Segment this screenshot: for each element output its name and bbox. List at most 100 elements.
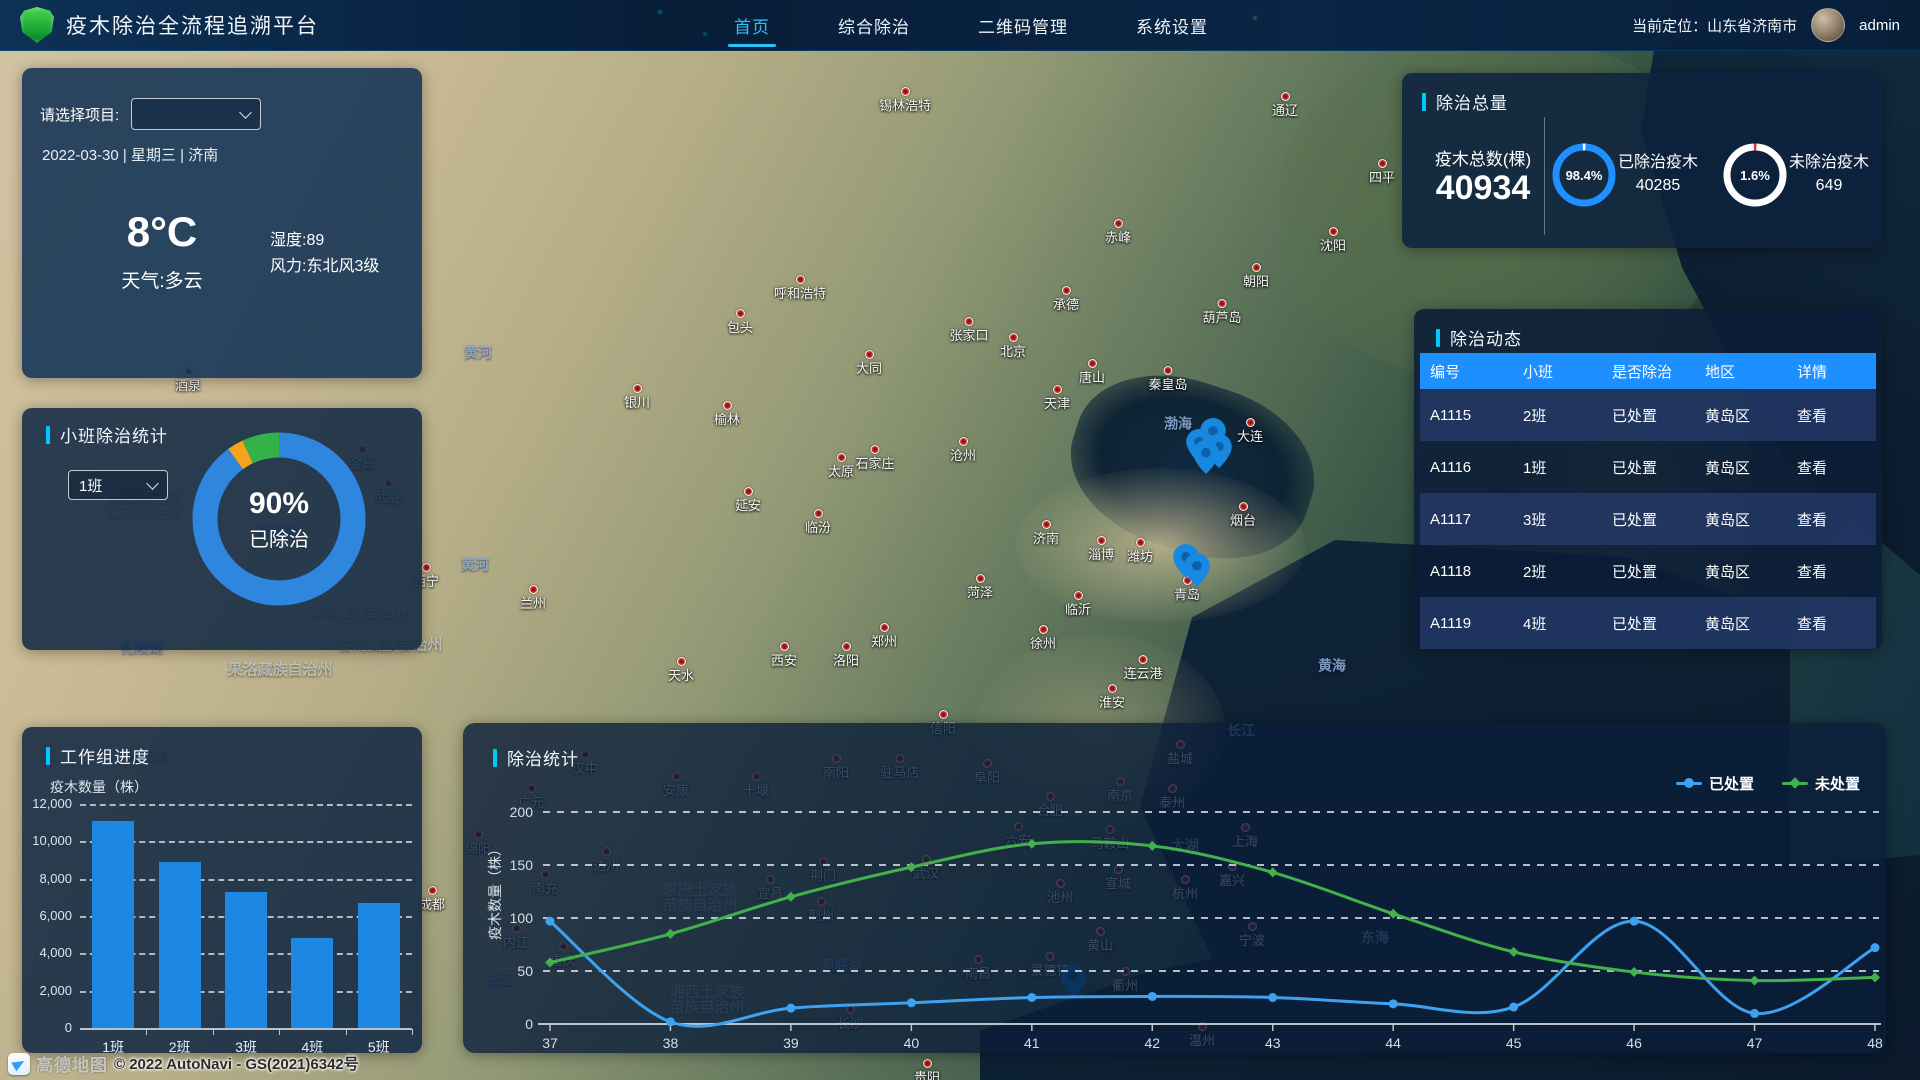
data-point-circle[interactable]	[666, 1017, 675, 1026]
detail-link[interactable]: 查看	[1787, 613, 1876, 634]
bar-5班[interactable]	[358, 903, 400, 1028]
line-ytick-label: 50	[517, 963, 533, 979]
removal-total-title: 除治总量	[1422, 89, 1508, 114]
city-label: 锡林浩特	[879, 87, 931, 113]
location-pin-icon[interactable]	[1184, 553, 1210, 587]
user-avatar[interactable]	[1811, 8, 1845, 42]
table-row: A11161班已处置黄岛区查看	[1420, 441, 1876, 493]
city-label: 兰州	[520, 585, 546, 611]
map-label-text: 延安	[735, 498, 761, 513]
data-point-diamond[interactable]	[1750, 976, 1760, 986]
ring-label: 未除治疫木	[1779, 151, 1879, 174]
table-row: A11194班已处置黄岛区查看	[1420, 597, 1876, 649]
city-label: 赤峰	[1105, 219, 1131, 245]
city-marker-dot	[1163, 366, 1172, 375]
detail-link[interactable]: 查看	[1787, 561, 1876, 582]
data-point-circle[interactable]	[1871, 943, 1880, 952]
table-cell: 2班	[1513, 405, 1602, 426]
date-line: 2022-03-30 | 星期三 | 济南	[42, 144, 218, 165]
data-point-diamond[interactable]	[1629, 967, 1639, 977]
data-point-circle[interactable]	[1027, 993, 1036, 1002]
donut-chart	[184, 424, 374, 614]
location-pin-icon[interactable]	[1193, 440, 1219, 474]
map-label-text: 葫芦岛	[1202, 310, 1241, 325]
bar-1班[interactable]	[92, 821, 134, 1028]
data-point-diamond[interactable]	[906, 862, 916, 872]
city-marker-dot	[722, 401, 731, 410]
map-label-text: 郑州	[871, 634, 897, 649]
data-point-circle[interactable]	[546, 917, 555, 926]
table-cell: 1班	[1513, 457, 1602, 478]
table-header-row: 编号小班是否除治地区详情	[1420, 353, 1876, 389]
city-marker-dot	[676, 657, 685, 666]
map-copyright: © 2022 AutoNavi - GS(2021)6342号	[114, 1053, 359, 1074]
app-logo-icon	[20, 7, 54, 43]
current-location: 当前定位：山东省济南市	[1632, 15, 1797, 36]
bar-4班[interactable]	[291, 938, 333, 1028]
data-point-circle[interactable]	[1509, 1003, 1518, 1012]
nav-tab-3[interactable]: 二维码管理	[944, 0, 1102, 50]
data-point-circle[interactable]	[1148, 992, 1157, 1001]
nav-tab-1[interactable]: 首页	[700, 0, 804, 50]
table-header-cell: 是否除治	[1602, 361, 1695, 382]
table-cell: A1117	[1420, 511, 1513, 528]
map-shandong-peninsula	[1015, 468, 1305, 623]
ring-label: 已除治疫木	[1608, 151, 1708, 174]
data-point-diamond[interactable]	[1509, 947, 1519, 957]
header-right: 当前定位：山东省济南市 admin	[1632, 0, 1900, 50]
city-label: 张家口	[949, 317, 988, 343]
map-label-text: 天水	[668, 668, 694, 683]
bar-2班[interactable]	[159, 862, 201, 1028]
nav-tab-2[interactable]: 综合除治	[804, 0, 944, 50]
table-cell: 3班	[1513, 509, 1602, 530]
bar-ytick-label: 12,000	[22, 796, 72, 811]
line-xtick-label: 37	[542, 1035, 558, 1051]
city-marker-dot	[922, 1059, 931, 1068]
bar-3班[interactable]	[225, 892, 267, 1028]
detail-link[interactable]: 查看	[1787, 509, 1876, 530]
data-point-circle[interactable]	[1389, 999, 1398, 1008]
city-label: 通辽	[1272, 92, 1298, 118]
line-xtick-label: 45	[1506, 1035, 1522, 1051]
table-row: A11182班已处置黄岛区查看	[1420, 545, 1876, 597]
data-point-circle[interactable]	[786, 1004, 795, 1013]
table-cell: 2班	[1513, 561, 1602, 582]
detail-link[interactable]: 查看	[1787, 405, 1876, 426]
data-point-circle[interactable]	[1630, 917, 1639, 926]
data-point-circle[interactable]	[1750, 1009, 1759, 1018]
table-row: A11152班已处置黄岛区查看	[1420, 389, 1876, 441]
humidity-value: 湿度:89	[270, 226, 324, 250]
data-point-circle[interactable]	[1268, 993, 1277, 1002]
city-marker-dot	[975, 574, 984, 583]
city-label: 葫芦岛	[1202, 299, 1241, 325]
bar-axis-tick	[279, 1029, 280, 1035]
data-point-diamond[interactable]	[665, 929, 675, 939]
table-cell: 4班	[1513, 613, 1602, 634]
data-point-diamond[interactable]	[786, 892, 796, 902]
data-point-diamond[interactable]	[1027, 839, 1037, 849]
city-marker-dot	[1087, 359, 1096, 368]
water-label: 黄河	[464, 346, 492, 361]
line-ytick-label: 0	[525, 1016, 533, 1032]
table-cell: A1118	[1420, 563, 1513, 580]
data-point-circle[interactable]	[907, 998, 916, 1007]
bar-ytick-label: 2,000	[22, 983, 72, 998]
data-point-diamond[interactable]	[1147, 841, 1157, 851]
removal-stats-panel: 除治统计 疫木数量（株） 已处置未处置 05010015020037383940…	[463, 723, 1886, 1053]
city-marker-dot	[813, 509, 822, 518]
map-label-text: 临汾	[805, 520, 831, 535]
user-name[interactable]: admin	[1859, 17, 1900, 34]
map-label-text: 成都	[419, 897, 445, 912]
detail-link[interactable]: 查看	[1787, 457, 1876, 478]
nav-tab-4[interactable]: 系统设置	[1102, 0, 1242, 50]
class-select[interactable]: 1班	[68, 470, 168, 500]
table-cell: 黄岛区	[1695, 509, 1787, 530]
data-point-diamond[interactable]	[1268, 867, 1278, 877]
line-xtick-label: 41	[1024, 1035, 1040, 1051]
project-select[interactable]	[131, 98, 261, 130]
map-label-text: 黄河	[464, 346, 492, 361]
city-marker-dot	[632, 384, 641, 393]
data-point-diamond[interactable]	[545, 958, 555, 968]
data-point-diamond[interactable]	[1870, 972, 1880, 982]
bar-axis-tick	[146, 1029, 147, 1035]
